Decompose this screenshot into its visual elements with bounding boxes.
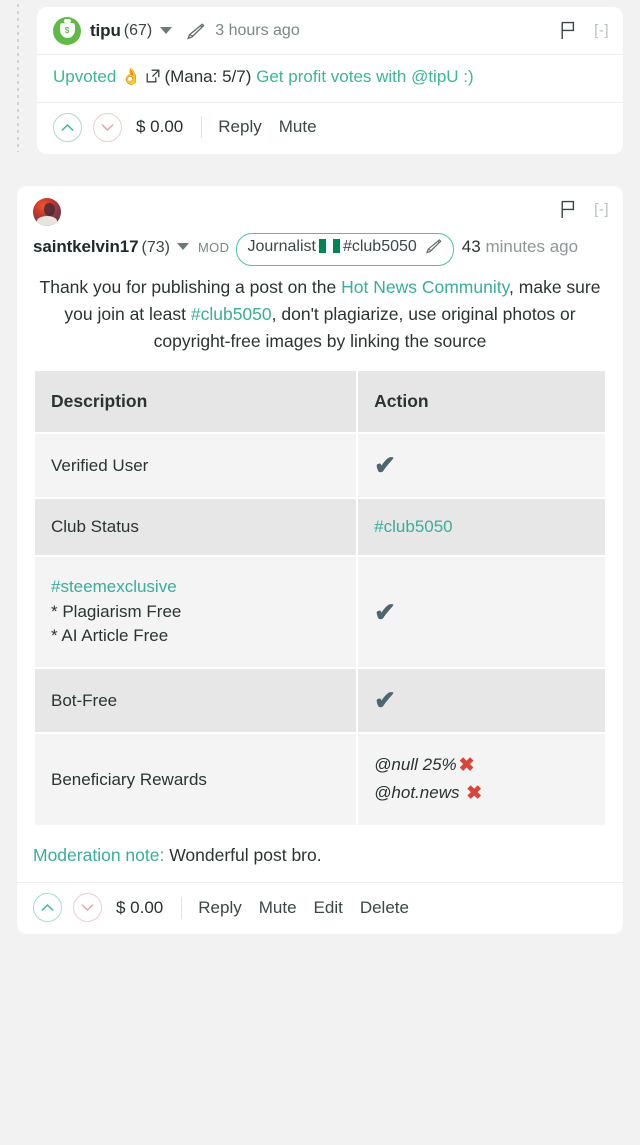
author-name[interactable]: tipu <box>90 21 121 41</box>
comment-thread-page: $ tipu (67) 3 hours ago [-] Upvoted 👌 (M… <box>0 0 640 1145</box>
journalist-club-badge[interactable]: Journalist #club5050 <box>236 233 454 266</box>
row-action: ✔ <box>356 667 607 735</box>
downvote-button[interactable] <box>73 893 102 923</box>
author-avatar-row <box>33 198 609 226</box>
flag-icon[interactable] <box>560 200 576 219</box>
upvote-button[interactable] <box>53 112 82 142</box>
row-action: ✔ <box>356 555 607 670</box>
flag-icon[interactable] <box>560 21 576 40</box>
moderator-header-actions: [-] <box>560 200 609 219</box>
moderator-role-tag: MOD <box>197 240 230 255</box>
comment-header: $ tipu (67) 3 hours ago [-] <box>37 7 623 55</box>
row-description: Beneficiary Rewards <box>32 732 359 828</box>
moderation-note-label: Moderation note: <box>33 845 165 866</box>
badge-club-tag: #club5050 <box>342 238 417 255</box>
body-intro-1: Thank you for publishing a post on the <box>39 276 342 297</box>
comment-footer: $ 0.00 Reply Mute <box>37 103 623 154</box>
moderation-note-text: Wonderful post bro. <box>164 845 322 866</box>
row-description: Verified User <box>32 432 359 500</box>
check-icon: ✔ <box>374 685 396 716</box>
beneficiary-account: @hot.news <box>374 782 465 802</box>
row-description: #steemexclusive * Plagiarism Free * AI A… <box>32 555 359 670</box>
column-header-action: Action <box>356 369 607 435</box>
thread-indent-guide <box>17 4 19 152</box>
payout-value: $ 0.00 <box>136 117 184 137</box>
user-photo-avatar[interactable] <box>33 198 61 226</box>
comment-timestamp-unit: minutes ago <box>485 237 579 256</box>
ok-hand-emoji: 👌 <box>121 69 141 86</box>
cross-icon: ✖ <box>458 755 475 777</box>
moderation-checklist-table: Description Action Verified User ✔ Club … <box>32 369 607 828</box>
table-row: Beneficiary Rewards @null 25% ✖ @hot.news… <box>32 732 607 828</box>
footer-divider <box>181 896 183 919</box>
collapse-toggle[interactable]: [-] <box>594 201 609 218</box>
reply-button[interactable]: Reply <box>198 898 241 918</box>
row-action: #club5050 <box>356 497 607 558</box>
collapse-toggle[interactable]: [-] <box>594 22 609 39</box>
row-action-beneficiaries: @null 25% ✖ @hot.news ✖ <box>356 732 607 828</box>
mana-text: (Mana: 5/7) <box>164 67 252 86</box>
beneficiary-entry: @null 25% ✖ <box>374 752 589 780</box>
club5050-link[interactable]: #club5050 <box>191 304 272 324</box>
row-description-line: * AI Article Free <box>51 626 169 646</box>
row-description: Bot-Free <box>32 667 359 735</box>
row-description-line: * Plagiarism Free <box>51 601 182 621</box>
money-bag-icon: $ <box>59 19 75 38</box>
comment-timestamp-number: 43 <box>461 237 481 256</box>
mute-button[interactable]: Mute <box>279 117 317 137</box>
comment-card-tipu: $ tipu (67) 3 hours ago [-] Upvoted 👌 (M… <box>37 7 623 154</box>
moderator-body-text: Thank you for publishing a post on the H… <box>17 270 623 369</box>
table-row: #steemexclusive * Plagiarism Free * AI A… <box>32 555 607 670</box>
chevron-down-icon[interactable] <box>160 27 173 34</box>
row-action: ✔ <box>356 432 607 500</box>
author-reputation: (67) <box>123 21 153 39</box>
table-row: Club Status #club5050 <box>32 497 607 558</box>
pencil-icon <box>423 238 443 263</box>
moderator-comment-header: [-] saintkelvin17 (73) MOD Journalist #club5… <box>17 186 623 270</box>
table-row: Verified User ✔ <box>32 432 607 500</box>
money-bag-avatar[interactable]: $ <box>53 16 81 45</box>
badge-label: Journalist <box>247 238 316 255</box>
reply-button[interactable]: Reply <box>218 117 261 137</box>
edit-button[interactable]: Edit <box>314 898 343 918</box>
comment-header-actions: [-] <box>560 21 609 40</box>
mute-button[interactable]: Mute <box>259 898 297 918</box>
nigeria-flag-icon <box>318 239 340 253</box>
external-link-icon[interactable] <box>146 67 160 90</box>
downvote-button[interactable] <box>93 112 122 142</box>
check-icon: ✔ <box>374 450 396 481</box>
table-row: Bot-Free ✔ <box>32 667 607 735</box>
tipu-promo-link[interactable]: Get profit votes with @tipU :) <box>256 67 474 86</box>
author-name[interactable]: saintkelvin17 <box>33 237 139 256</box>
upvote-button[interactable] <box>33 893 62 923</box>
author-reputation: (73) <box>141 239 170 256</box>
payout-value: $ 0.00 <box>116 897 164 917</box>
cross-icon: ✖ <box>466 782 483 804</box>
delete-button[interactable]: Delete <box>360 898 409 918</box>
check-icon: ✔ <box>374 596 396 627</box>
comment-footer: $ 0.00 Reply Mute Edit Delete <box>17 883 623 934</box>
footer-divider <box>201 116 203 139</box>
club5050-link[interactable]: #club5050 <box>374 517 452 536</box>
tipu-vote-message: Upvoted 👌 (Mana: 5/7) Get profit votes w… <box>37 55 623 103</box>
moderation-checklist-wrap: Description Action Verified User ✔ Club … <box>17 369 623 828</box>
beneficiary-account: @null 25% <box>374 755 457 775</box>
steemexclusive-link[interactable]: #steemexclusive <box>51 575 340 600</box>
comment-timestamp: 3 hours ago <box>215 21 300 39</box>
table-header-row: Description Action <box>32 369 607 435</box>
moderation-note: Moderation note: Wonderful post bro. <box>17 827 623 884</box>
moderator-meta-line: saintkelvin17 (73) MOD Journalist #club5050 … <box>33 233 609 266</box>
pencil-icon <box>184 22 206 40</box>
chevron-down-icon[interactable] <box>176 242 189 250</box>
beneficiary-entry: @hot.news ✖ <box>374 780 589 808</box>
comment-card-moderator: [-] saintkelvin17 (73) MOD Journalist #club5… <box>17 186 623 935</box>
column-header-description: Description <box>32 369 359 435</box>
upvoted-label: Upvoted <box>53 67 117 86</box>
hot-news-community-link[interactable]: Hot News Community <box>341 277 509 297</box>
row-description: Club Status <box>32 497 359 558</box>
